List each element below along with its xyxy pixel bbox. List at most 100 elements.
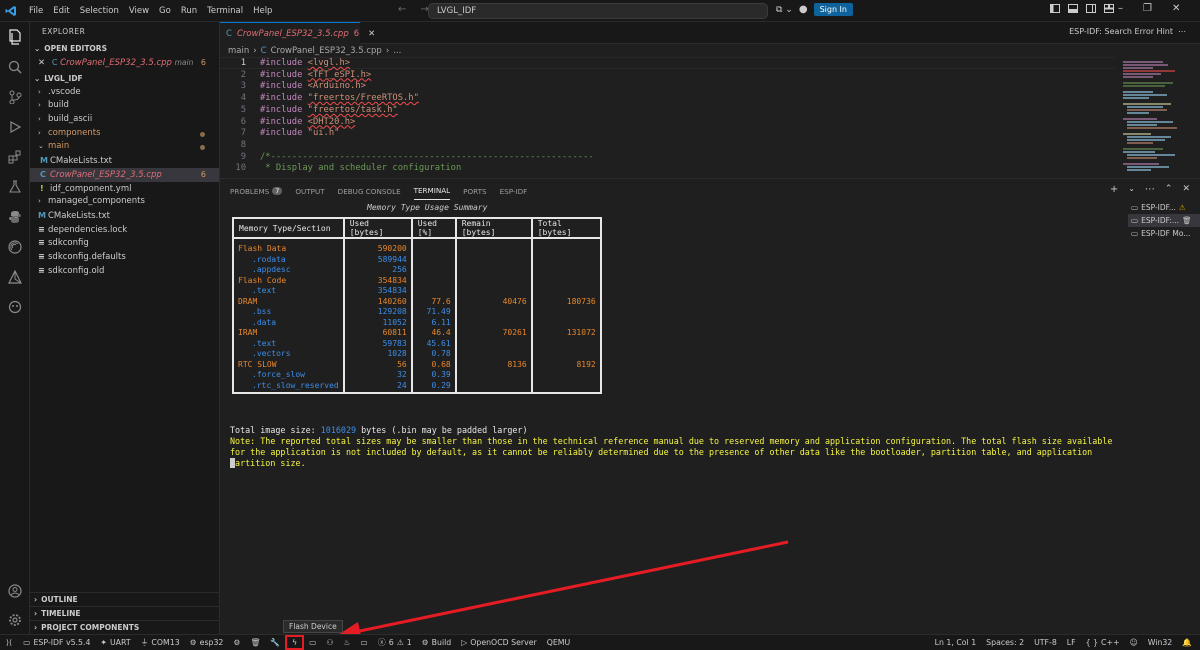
problems-indicator[interactable]: ⓧ 6 ⚠ 1	[373, 635, 417, 650]
file-tree-item[interactable]: M CMakeLists.txt	[30, 209, 219, 223]
terminal-icon[interactable]: ▭	[356, 635, 373, 650]
platform[interactable]: Win32	[1143, 635, 1178, 650]
menu-item-file[interactable]: File	[24, 6, 48, 16]
project-components-section[interactable]: › PROJECT COMPONENTS	[30, 620, 220, 634]
esp-idf-hint[interactable]: ESP-IDF: Search Error Hint ⋯	[1069, 27, 1186, 36]
toggle-panel-icon[interactable]	[1068, 4, 1078, 16]
flash-device-button[interactable]: ϟ	[285, 635, 305, 650]
monitor-icon[interactable]: ▭	[304, 635, 321, 650]
file-tree-item[interactable]: C CrowPanel_ESP32_3.5.cpp 6	[30, 167, 219, 182]
open-editor-item[interactable]: ✕ C CrowPanel_ESP32_3.5.cpp main 6	[30, 56, 219, 70]
serial-port[interactable]: ⏚ COM13	[136, 635, 185, 650]
copilot-icon[interactable]: ⧉ ⌄	[776, 5, 793, 15]
sign-in-button[interactable]: Sign In	[813, 3, 853, 16]
timeline-section[interactable]: › TIMELINE	[30, 606, 220, 620]
encoding[interactable]: UTF-8	[1029, 635, 1062, 650]
testing-flask-icon[interactable]	[6, 178, 24, 196]
maximize-icon[interactable]: ❐	[1143, 3, 1152, 14]
tab-problems[interactable]: PROBLEMS 7	[230, 182, 283, 200]
maximize-panel-icon[interactable]: ⌃	[1165, 184, 1173, 195]
tab-output[interactable]: OUTPUT	[295, 182, 324, 200]
menuconfig-gear-icon[interactable]: ⚙	[228, 635, 245, 650]
platformio-icon[interactable]	[6, 298, 24, 316]
qemu-button[interactable]: QEMU	[542, 635, 576, 650]
debug-icon[interactable]: ⚇	[322, 635, 339, 650]
breadcrumb-folder[interactable]: main	[228, 46, 249, 56]
menu-item-terminal[interactable]: Terminal	[202, 6, 248, 16]
code-editor[interactable]: 1 #include <lvgl.h> 2 #include <TFT_eSPI.h>…	[220, 57, 1115, 177]
copilot-status-icon[interactable]: ☺	[1125, 635, 1143, 650]
menu-item-edit[interactable]: Edit	[48, 6, 74, 16]
close-tab-icon[interactable]: ✕	[368, 29, 375, 39]
tab-terminal[interactable]: TERMINAL	[413, 182, 451, 200]
file-tree-item[interactable]: ≡ sdkconfig.old	[30, 264, 219, 278]
breadcrumb-file[interactable]: CrowPanel_ESP32_3.5.cpp	[271, 46, 382, 56]
close-icon[interactable]: ✕	[38, 58, 45, 68]
trash-icon[interactable]: 🗑	[1182, 214, 1192, 227]
tab-ports[interactable]: PORTS	[463, 182, 486, 200]
close-panel-icon[interactable]: ✕	[1182, 184, 1190, 195]
minimap[interactable]	[1115, 57, 1200, 177]
terminal-output[interactable]: Memory Type Usage Summary Memory Type/Se…	[230, 201, 1125, 631]
tab-esp-idf[interactable]: ESP-IDF	[500, 182, 528, 200]
menu-item-selection[interactable]: Selection	[75, 6, 124, 16]
language-mode[interactable]: { } C++	[1081, 635, 1125, 650]
menu-item-run[interactable]: Run	[176, 6, 202, 16]
build-wrench-icon[interactable]: 🔧	[265, 635, 285, 650]
run-debug-icon[interactable]	[6, 118, 24, 136]
terminal-dropdown-icon[interactable]: ⌄	[1128, 184, 1135, 195]
build-button[interactable]: ⚙ Build	[417, 635, 457, 650]
explorer-icon[interactable]	[6, 28, 24, 46]
file-tree-item[interactable]: ! idf_component.yml	[30, 182, 219, 196]
remote-indicator-icon[interactable]: ⟩⟨	[0, 635, 18, 650]
menu-item-help[interactable]: Help	[248, 6, 277, 16]
indentation[interactable]: Spaces: 2	[981, 635, 1029, 650]
more-actions-icon[interactable]: ⋯	[1145, 184, 1155, 195]
menu-item-view[interactable]: View	[124, 6, 154, 16]
file-tree-item[interactable]: ≡ sdkconfig.defaults	[30, 250, 219, 264]
close-window-icon[interactable]: ✕	[1172, 3, 1180, 14]
flash-method[interactable]: ✦ UART	[95, 635, 135, 650]
full-clean-trash-icon[interactable]: 🗑	[245, 635, 265, 650]
search-icon[interactable]	[6, 58, 24, 76]
account-globe-icon[interactable]: ●	[799, 4, 808, 15]
terminal-list-item[interactable]: ▭ ESP-IDF:... 🗑	[1128, 214, 1200, 227]
python-icon[interactable]	[6, 208, 24, 226]
settings-gear-icon[interactable]	[6, 611, 24, 629]
file-tree-item[interactable]: M CMakeLists.txt	[30, 154, 219, 168]
toggle-sidebar-icon[interactable]	[1050, 4, 1060, 16]
tab-debug-console[interactable]: DEBUG CONSOLE	[338, 182, 401, 200]
source-control-icon[interactable]	[6, 88, 24, 106]
file-tree-item[interactable]: › build	[30, 99, 219, 113]
target-device[interactable]: ⚙ esp32	[185, 635, 229, 650]
openocd-server[interactable]: ▷ OpenOCD Server	[456, 635, 541, 650]
toggle-secondary-sidebar-icon[interactable]	[1086, 4, 1096, 16]
flame-icon[interactable]: ♨	[339, 635, 356, 650]
esp-idf-version[interactable]: ▭ ESP-IDF v5.5.4	[18, 635, 95, 650]
new-terminal-plus-icon[interactable]: +	[1110, 184, 1118, 195]
terminal-list-item[interactable]: ▭ ESP-IDF Mo...	[1128, 227, 1200, 240]
account-icon[interactable]	[6, 582, 24, 600]
open-editors-section[interactable]: ⌄ OPEN EDITORS	[30, 42, 219, 56]
file-tree-item[interactable]: › build_ascii	[30, 113, 219, 127]
file-tree-item[interactable]: › managed_components	[30, 195, 219, 209]
breadcrumb-more[interactable]: ...	[393, 46, 401, 56]
back-arrow-icon[interactable]: ←	[398, 4, 406, 15]
notifications-bell-icon[interactable]: 🔔	[1177, 635, 1200, 650]
customize-layout-icon[interactable]	[1104, 4, 1114, 16]
file-tree-item[interactable]: ≡ dependencies.lock	[30, 223, 219, 237]
espressif-icon[interactable]	[6, 238, 24, 256]
file-tree-item[interactable]: › .vscode	[30, 86, 219, 100]
cmake-icon[interactable]	[6, 268, 24, 286]
cursor-position[interactable]: Ln 1, Col 1	[930, 635, 982, 650]
file-tree-item[interactable]: ≡ sdkconfig	[30, 236, 219, 250]
outline-section[interactable]: › OUTLINE	[30, 592, 220, 606]
menu-item-go[interactable]: Go	[154, 6, 176, 16]
more-actions-icon[interactable]: ⋯	[1178, 27, 1186, 36]
file-tree-item[interactable]: ⌄ main	[30, 140, 219, 154]
project-folder-section[interactable]: ⌄ LVGL_IDF	[30, 72, 219, 86]
line-ending[interactable]: LF	[1062, 635, 1081, 650]
file-tree-item[interactable]: › components	[30, 127, 219, 141]
editor-tab-active[interactable]: C CrowPanel_ESP32_3.5.cpp 6 ✕	[220, 22, 375, 44]
extensions-icon[interactable]	[6, 148, 24, 166]
